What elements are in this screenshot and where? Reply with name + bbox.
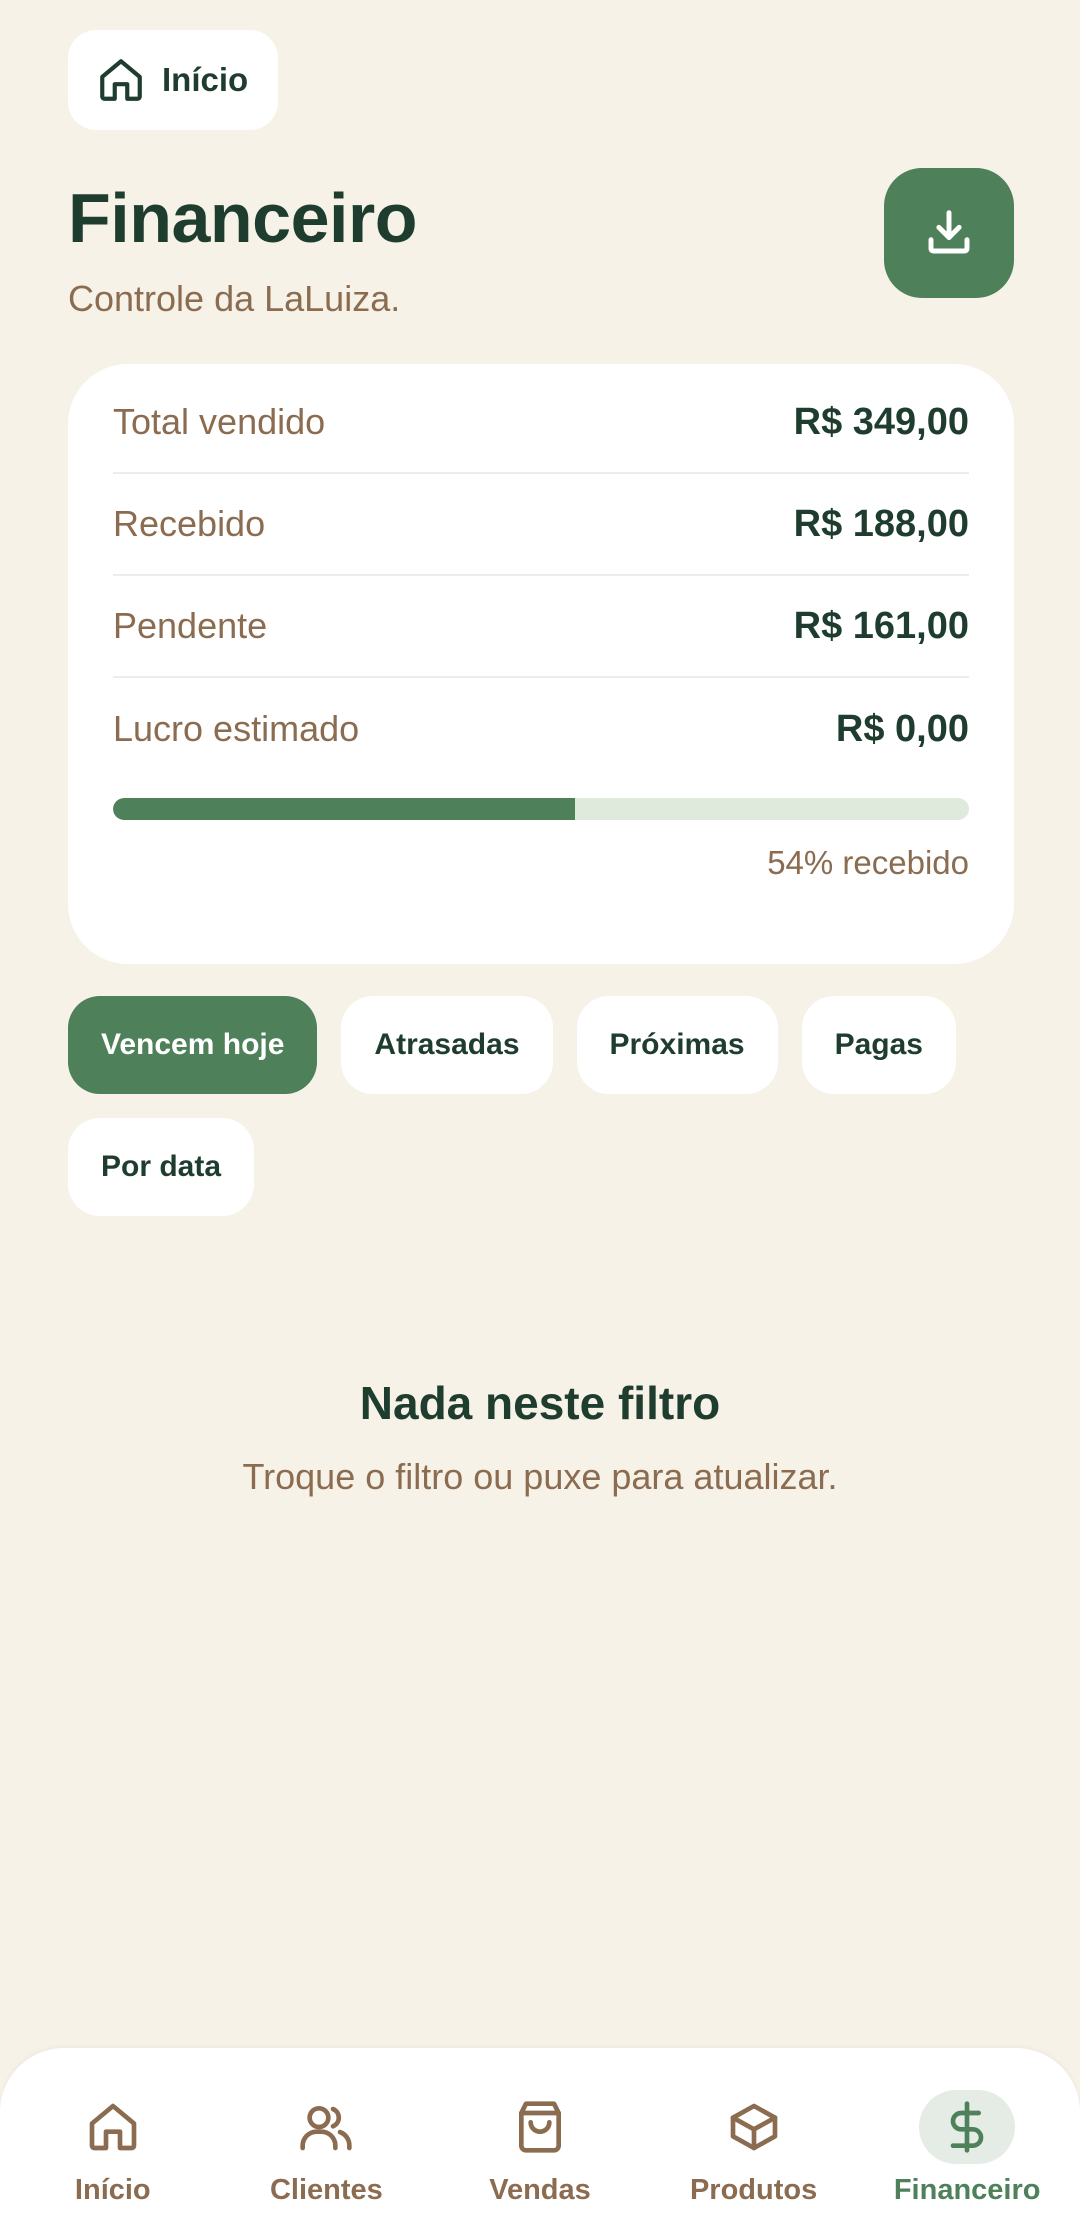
filter-chip-pagas[interactable]: Pagas bbox=[801, 996, 956, 1094]
summary-row-recebido: Recebido R$ 188,00 bbox=[113, 474, 969, 576]
received-progress-text: 54% recebido bbox=[767, 844, 969, 881]
summary-label: Lucro estimado bbox=[113, 708, 360, 749]
nav-icon-wrap bbox=[65, 2090, 161, 2164]
nav-item-vendas[interactable]: Vendas bbox=[440, 2048, 640, 2223]
nav-item-financeiro[interactable]: Financeiro bbox=[867, 2048, 1067, 2223]
nav-label: Vendas bbox=[489, 2174, 591, 2206]
nav-icon-wrap bbox=[278, 2090, 374, 2164]
nav-icon-wrap bbox=[919, 2090, 1016, 2164]
summary-value: R$ 188,00 bbox=[793, 502, 969, 545]
nav-label: Início bbox=[74, 2174, 151, 2206]
nav-label: Financeiro bbox=[893, 2174, 1041, 2206]
shopping-bag-icon bbox=[518, 2101, 561, 2153]
filter-chip-proximas[interactable]: Próximas bbox=[576, 996, 778, 1094]
summary-value: R$ 349,00 bbox=[793, 400, 969, 443]
summary-label: Total vendido bbox=[113, 401, 326, 442]
filter-chips: Vencem hoje Atrasadas Próximas Pagas Por… bbox=[68, 996, 1014, 1216]
filter-chip-vencem-hoje[interactable]: Vencem hoje bbox=[68, 996, 318, 1094]
summary-row-pendente: Pendente R$ 161,00 bbox=[113, 576, 969, 678]
download-icon bbox=[928, 210, 970, 254]
received-progress-bar bbox=[113, 798, 969, 820]
nav-label: Clientes bbox=[269, 2174, 383, 2206]
nav-icon-wrap bbox=[492, 2090, 588, 2164]
page-subtitle: Controle da LaLuiza. bbox=[68, 278, 401, 319]
financeiro-screen: Início Financeiro Controle da LaLuiza. T… bbox=[0, 0, 1080, 2223]
empty-state-title: Nada neste filtro bbox=[359, 1377, 721, 1429]
summary-row-total-vendido: Total vendido R$ 349,00 bbox=[113, 372, 969, 474]
nav-icon-wrap bbox=[706, 2090, 802, 2164]
home-icon bbox=[100, 59, 142, 101]
filter-chip-por-data[interactable]: Por data bbox=[68, 1118, 255, 1216]
download-button[interactable] bbox=[884, 168, 1014, 298]
dollar-icon bbox=[950, 2101, 984, 2153]
page-title: Financeiro bbox=[68, 179, 417, 257]
filter-chip-atrasadas[interactable]: Atrasadas bbox=[341, 996, 553, 1094]
home-icon bbox=[89, 2103, 137, 2151]
home-chip-button[interactable]: Início bbox=[68, 30, 279, 130]
received-progress-fill bbox=[113, 798, 576, 820]
nav-item-inicio[interactable]: Início bbox=[13, 2048, 213, 2223]
summary-row-lucro-estimado: Lucro estimado R$ 0,00 bbox=[113, 678, 969, 780]
nav-item-clientes[interactable]: Clientes bbox=[226, 2048, 426, 2223]
summary-label: Pendente bbox=[113, 605, 268, 646]
nav-item-produtos[interactable]: Produtos bbox=[654, 2048, 854, 2223]
empty-state-subtitle: Troque o filtro ou puxe para atualizar. bbox=[242, 1456, 838, 1497]
home-chip-label: Início bbox=[162, 61, 249, 98]
summary-card: Total vendido R$ 349,00 Recebido R$ 188,… bbox=[68, 364, 1014, 964]
summary-label: Recebido bbox=[113, 503, 266, 544]
bottom-navigation: Início Clientes Vendas Produtos Financei… bbox=[0, 2048, 1080, 2223]
users-icon bbox=[300, 2106, 353, 2151]
nav-label: Produtos bbox=[689, 2174, 818, 2206]
summary-value: R$ 0,00 bbox=[835, 707, 969, 750]
box-icon bbox=[730, 2103, 777, 2151]
summary-value: R$ 161,00 bbox=[793, 604, 969, 647]
